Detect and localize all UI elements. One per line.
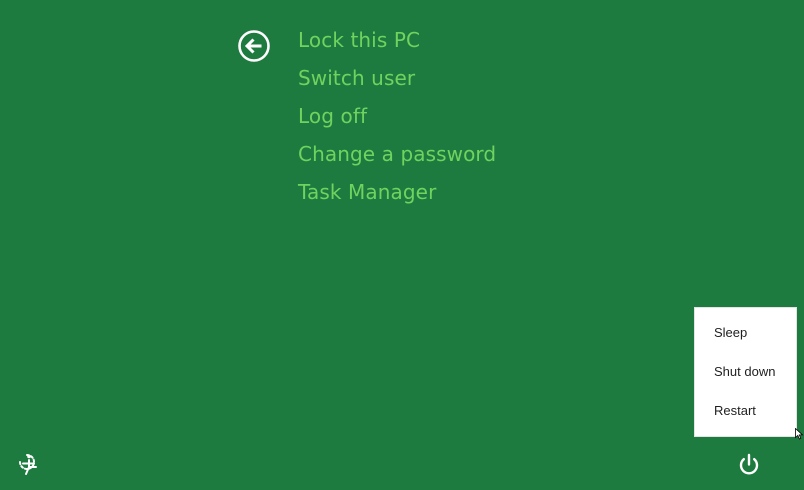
mouse-pointer-icon [795,428,804,440]
task-manager-link[interactable]: Task Manager [298,178,496,216]
power-button[interactable] [734,449,764,479]
sleep-option[interactable]: Sleep [714,325,747,340]
ease-of-access-icon [19,454,37,475]
shut-down-option[interactable]: Shut down [714,364,775,379]
power-options-menu: Sleep Shut down Restart [694,307,797,437]
back-arrow-circle-icon [238,30,270,62]
change-password-link[interactable]: Change a password [298,140,496,178]
power-icon [739,453,759,475]
ease-of-access-button[interactable] [14,451,42,479]
log-off-link[interactable]: Log off [298,102,496,140]
restart-option[interactable]: Restart [714,403,756,418]
security-options-menu: Lock this PC Switch user Log off Change … [298,26,496,216]
back-button[interactable] [237,29,271,63]
lock-this-pc-link[interactable]: Lock this PC [298,26,496,64]
security-options-screen: Lock this PC Switch user Log off Change … [0,0,804,490]
switch-user-link[interactable]: Switch user [298,64,496,102]
